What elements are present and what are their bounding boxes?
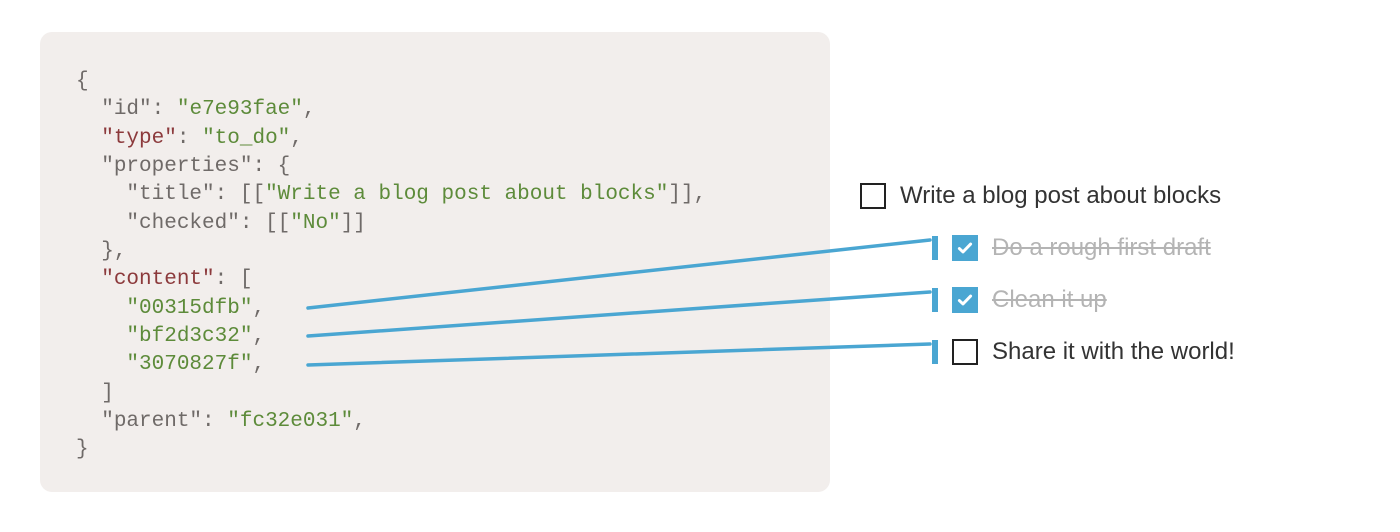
todo-item-2[interactable]: Clean it up: [932, 274, 1380, 326]
brace-open: {: [76, 70, 89, 93]
todo-list: Write a blog post about blocks Do a roug…: [860, 170, 1380, 378]
todo-label: Share it with the world!: [992, 338, 1235, 366]
checkbox-unchecked-icon[interactable]: [952, 339, 978, 365]
value-title: "Write a blog post about blocks": [265, 183, 668, 206]
todo-label: Clean it up: [992, 286, 1107, 314]
key-checked: "checked": [126, 212, 239, 235]
key-parent: "parent": [101, 410, 202, 433]
connector-endpoint-icon: [932, 236, 938, 260]
connector-endpoint-icon: [932, 340, 938, 364]
todo-label: Do a rough first draft: [992, 234, 1211, 262]
todo-item-1[interactable]: Do a rough first draft: [932, 222, 1380, 274]
content-id-0: "00315dfb": [126, 297, 252, 320]
key-content: "content": [101, 268, 214, 291]
content-id-2: "3070827f": [126, 353, 252, 376]
value-parent: "fc32e031": [227, 410, 353, 433]
key-id: "id": [101, 98, 151, 121]
checkbox-unchecked-icon[interactable]: [860, 183, 886, 209]
code-panel: { "id": "e7e93fae", "type": "to_do", "pr…: [40, 32, 830, 492]
todo-item-3[interactable]: Share it with the world!: [932, 326, 1380, 378]
value-id: "e7e93fae": [177, 98, 303, 121]
checkbox-checked-icon[interactable]: [952, 235, 978, 261]
value-type: "to_do": [202, 127, 290, 150]
key-type: "type": [101, 127, 177, 150]
value-checked: "No": [290, 212, 340, 235]
todo-item-0[interactable]: Write a blog post about blocks: [860, 170, 1380, 222]
content-id-1: "bf2d3c32": [126, 325, 252, 348]
brace-close: }: [76, 438, 89, 461]
todo-label: Write a blog post about blocks: [900, 182, 1221, 210]
checkbox-checked-icon[interactable]: [952, 287, 978, 313]
key-properties: "properties": [101, 155, 252, 178]
code-block: { "id": "e7e93fae", "type": "to_do", "pr…: [76, 68, 794, 465]
connector-endpoint-icon: [932, 288, 938, 312]
key-title: "title": [126, 183, 214, 206]
